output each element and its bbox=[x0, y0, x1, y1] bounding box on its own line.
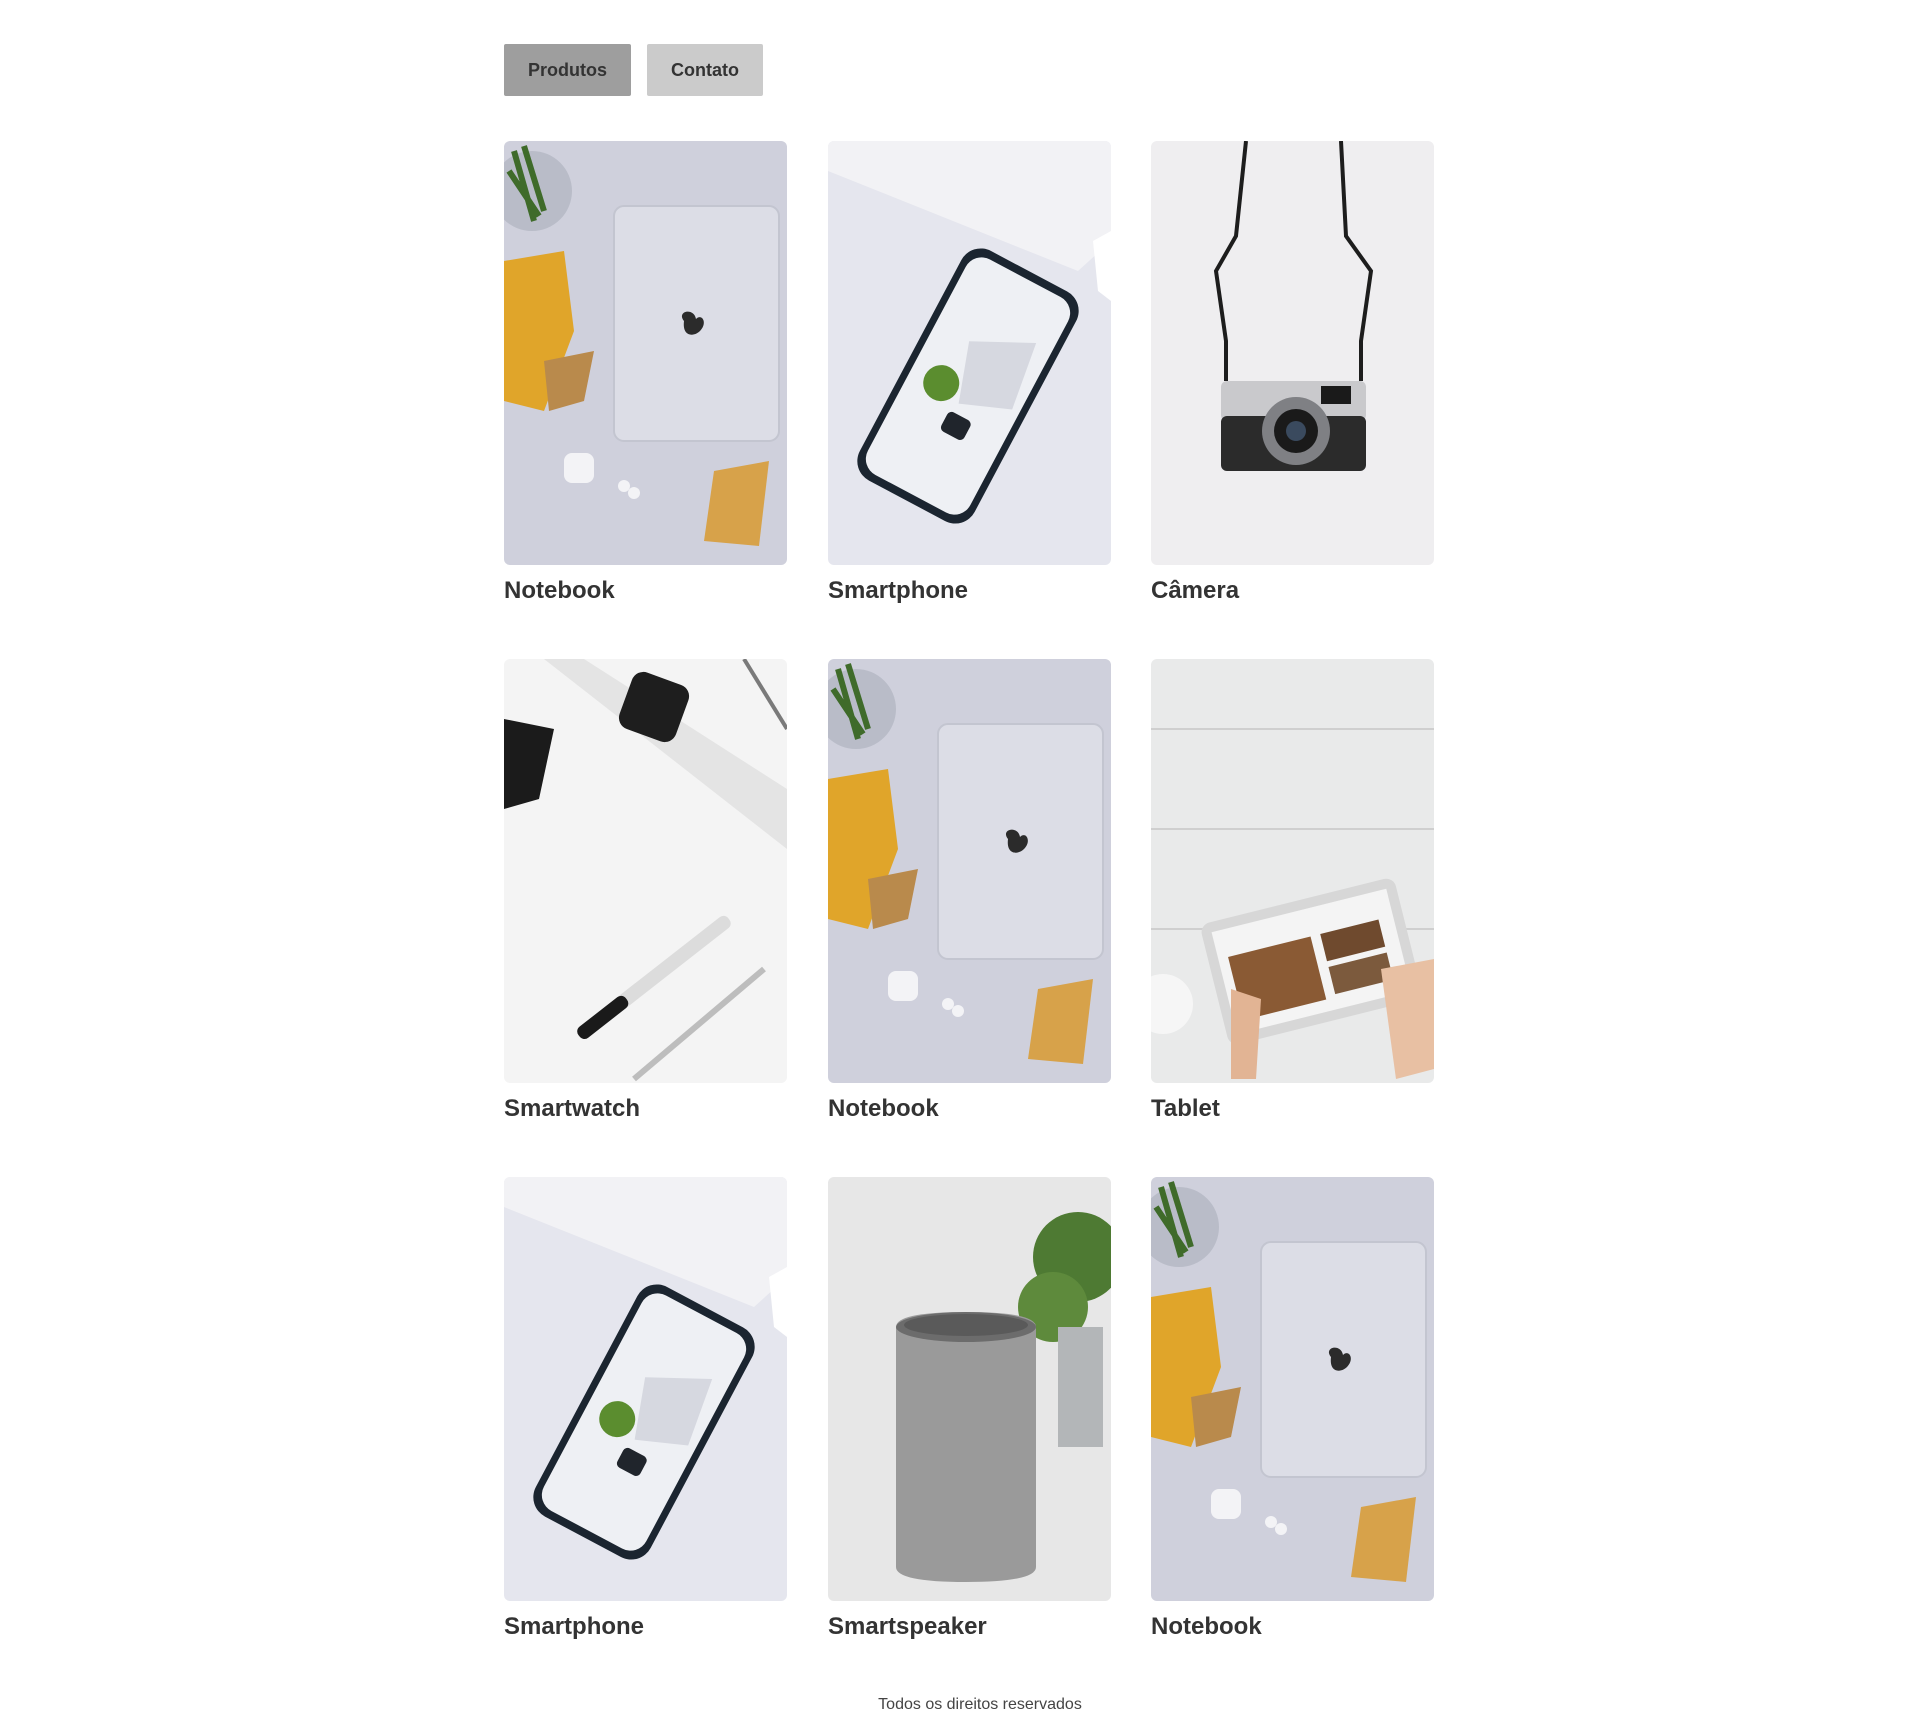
footer-copyright-text: Todos os direitos reservados bbox=[878, 1696, 1082, 1713]
product-title: Notebook bbox=[504, 577, 615, 604]
product-title: Notebook bbox=[828, 1095, 939, 1122]
notebook-laptop-photo bbox=[1151, 1177, 1434, 1601]
product-image[interactable] bbox=[828, 659, 1111, 1083]
product-title: Smartwatch bbox=[504, 1095, 641, 1122]
product-image[interactable] bbox=[1151, 659, 1434, 1083]
notebook-laptop-photo bbox=[504, 141, 787, 565]
product-title: Tablet bbox=[1151, 1095, 1220, 1122]
smartphone-photo bbox=[504, 1177, 787, 1601]
product-card[interactable]: Câmera bbox=[1151, 141, 1434, 604]
product-card[interactable]: Notebook bbox=[828, 659, 1111, 1122]
product-image[interactable] bbox=[1151, 1177, 1434, 1601]
product-image[interactable] bbox=[828, 141, 1111, 565]
product-image[interactable] bbox=[1151, 141, 1434, 565]
footer: Todos os direitos reservados bbox=[0, 1696, 1920, 1714]
product-title: Notebook bbox=[1151, 1613, 1262, 1640]
product-card[interactable]: Smartphone bbox=[504, 1177, 787, 1640]
product-image[interactable] bbox=[504, 1177, 787, 1601]
product-card[interactable]: Smartphone bbox=[828, 141, 1111, 604]
nav-contato-button[interactable]: Contato bbox=[647, 44, 763, 96]
camera-photo bbox=[1151, 141, 1434, 565]
product-image[interactable] bbox=[828, 1177, 1111, 1601]
product-title: Câmera bbox=[1151, 577, 1240, 604]
product-image[interactable] bbox=[504, 659, 787, 1083]
top-navigation: Produtos Contato bbox=[504, 44, 763, 96]
product-card[interactable]: Smartspeaker bbox=[828, 1177, 1111, 1640]
smartspeaker-photo bbox=[828, 1177, 1111, 1601]
smartphone-photo bbox=[828, 141, 1111, 565]
product-card[interactable]: Notebook bbox=[1151, 1177, 1434, 1640]
nav-produtos-button[interactable]: Produtos bbox=[504, 44, 631, 96]
product-title: Smartspeaker bbox=[828, 1613, 987, 1640]
product-image[interactable] bbox=[504, 141, 787, 565]
product-card[interactable]: Notebook bbox=[504, 141, 787, 604]
product-title: Smartphone bbox=[828, 577, 969, 604]
product-title: Smartphone bbox=[504, 1613, 645, 1640]
smartwatch-photo bbox=[504, 659, 787, 1083]
product-card[interactable]: Smartwatch bbox=[504, 659, 787, 1122]
product-card[interactable]: Tablet bbox=[1151, 659, 1434, 1122]
notebook-laptop-photo bbox=[828, 659, 1111, 1083]
tablet-photo bbox=[1151, 659, 1434, 1083]
